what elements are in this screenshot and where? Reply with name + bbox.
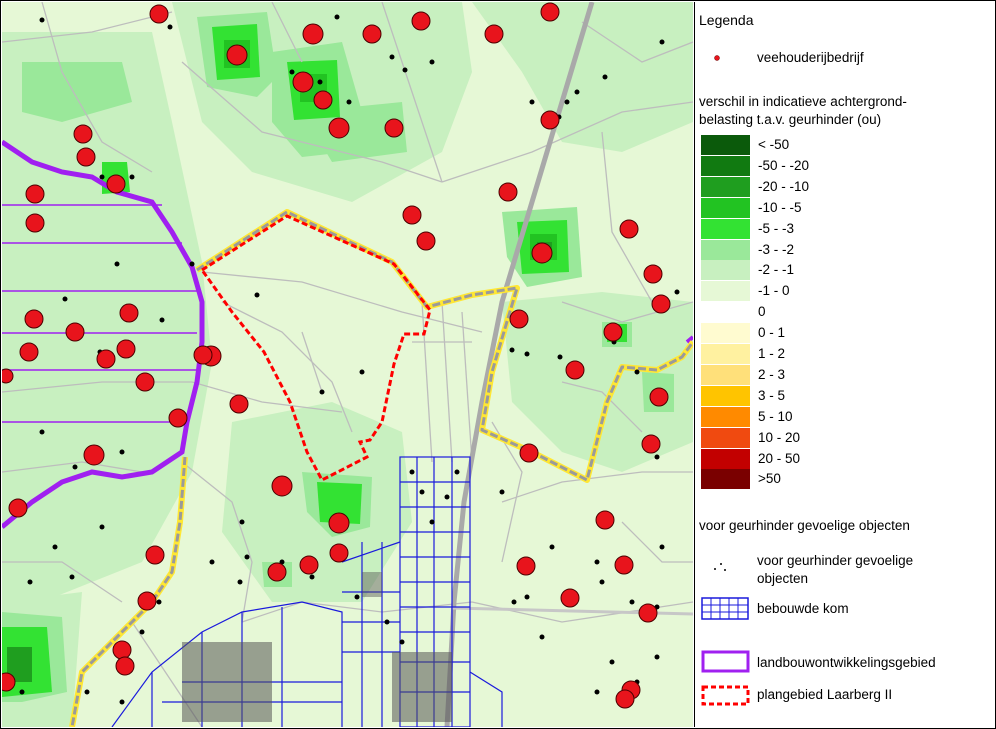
ramp-swatch: [701, 469, 750, 490]
ramp-label: 1 - 2: [758, 346, 786, 361]
ramp-swatch: [701, 364, 750, 385]
ramp-row: < -50: [701, 135, 991, 156]
ramp-label: 3 - 5: [758, 387, 786, 403]
ramp-swatch: [701, 406, 750, 427]
ramp-label: -3 - -2: [758, 241, 795, 257]
ramp-row: -20 - -10: [701, 176, 991, 198]
ramp-row: 5 - 10: [701, 406, 991, 428]
ramp-label: 20 - 50: [758, 450, 801, 466]
ramp-label: 0: [758, 304, 766, 320]
ramp-label: -1 - 0: [758, 283, 790, 299]
ramp-row: -3 - -2: [701, 239, 991, 261]
ramp-label: -50 - -20: [758, 157, 810, 173]
ramp-title-line1: verschil in indicatieve achtergrond-: [699, 94, 907, 109]
ramp-swatch: [701, 260, 750, 281]
ramp-swatch: [701, 344, 750, 364]
ramp-row: 0 - 1: [701, 323, 991, 344]
ramp-label: 0 - 1: [758, 325, 786, 341]
ramp-swatch: [701, 135, 750, 155]
ramp-label: -2 - -1: [758, 262, 795, 278]
ramp-swatch: [701, 155, 750, 176]
sensitive-label-line1: voor geurhinder gevoelige: [757, 553, 914, 568]
ramp-swatch: [701, 323, 750, 344]
ramp-title-line2: belasting t.a.v. geurhinder (ou): [699, 112, 882, 127]
ramp-swatch: [701, 218, 750, 239]
ramp-row: 0: [701, 302, 991, 323]
ramp-swatch: [701, 448, 750, 469]
ramp-swatch: [701, 427, 750, 448]
map-canvas[interactable]: [2, 2, 693, 727]
ramp-label: 5 - 10: [758, 408, 793, 424]
farm-label: veehouderijbedrijf: [757, 50, 864, 65]
ramp-swatch: [701, 385, 750, 406]
farm-symbol: [714, 55, 720, 61]
ramp-row: >50: [701, 469, 991, 490]
ramp-label: 2 - 3: [758, 366, 786, 382]
sensitive-title: voor geurhinder gevoelige objecten: [699, 518, 910, 533]
sensitive-label-line2: objecten: [757, 571, 809, 586]
ramp-swatch: [701, 176, 750, 197]
legend-title: Legenda: [699, 12, 754, 28]
ramp-row: -2 - -1: [701, 260, 991, 281]
ramp-label: 10 - 20: [758, 429, 801, 445]
ramp-swatch: [701, 239, 750, 260]
map-frame: Legenda veehouderijbedrijf verschil in i…: [0, 0, 996, 729]
plan-area-symbol: [701, 685, 750, 706]
ramp-swatch: [701, 302, 750, 323]
ramp-swatch: [701, 281, 750, 302]
ramp-label: -20 - -10: [758, 178, 810, 194]
built-area-label: bebouwde kom: [757, 601, 849, 616]
plan-area-label: plangebied Laarberg II: [757, 687, 893, 702]
ramp-swatch: [701, 197, 750, 218]
ramp-row: 1 - 2: [701, 344, 991, 365]
ramp-row: -10 - -5: [701, 197, 991, 219]
ramp-label: -5 - -3: [758, 220, 795, 236]
built-area-symbol: [701, 597, 749, 620]
agri-zone-label: landbouwontwikkelingsgebied: [757, 655, 936, 670]
legend-panel: Legenda veehouderijbedrijf verschil in i…: [694, 2, 995, 727]
agri-zone-symbol: [701, 650, 750, 673]
ramp-row: -1 - 0: [701, 281, 991, 302]
ramp-label: -10 - -5: [758, 199, 802, 215]
ramp-label: >50: [758, 471, 781, 487]
ramp-row: -50 - -20: [701, 155, 991, 177]
ramp-row: 2 - 3: [701, 364, 991, 386]
sensitive-symbol: [714, 563, 726, 571]
ramp-row: 3 - 5: [701, 385, 991, 407]
ramp-row: 20 - 50: [701, 448, 991, 470]
ramp-row: -5 - -3: [701, 218, 991, 240]
ramp-row: 10 - 20: [701, 427, 991, 449]
ramp-label: < -50: [758, 137, 790, 152]
